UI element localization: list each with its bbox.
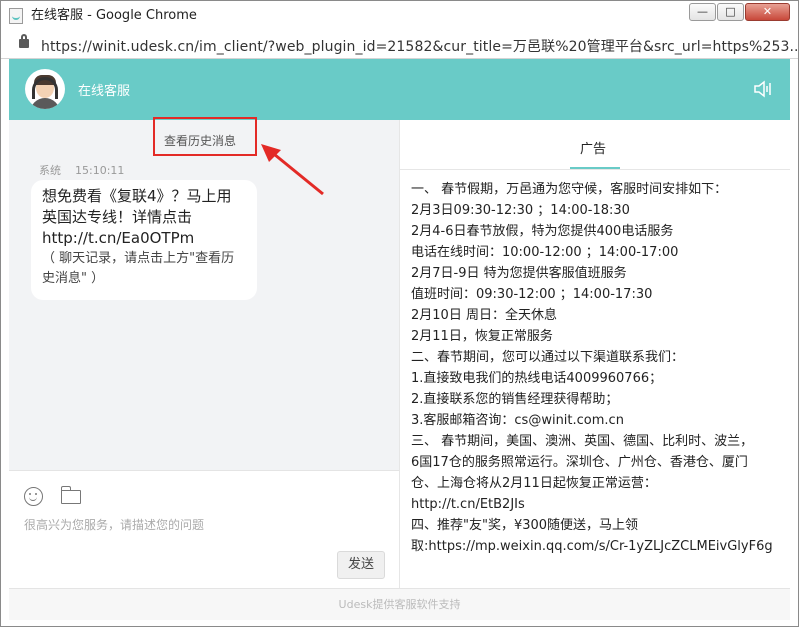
ad-line: 仓、上海仓将从2月11日起恢复正常运营： bbox=[411, 476, 657, 491]
title-bar: 在线客服 - Google Chrome — □ ✕ bbox=[1, 1, 798, 31]
chat-header: 在线客服 bbox=[9, 59, 790, 120]
ad-line: 2月10日 周日：全天休息 bbox=[411, 308, 557, 323]
ad-line: 三、 春节期间，美国、澳洲、英国、德国、比利时、波兰， bbox=[411, 434, 754, 449]
close-button[interactable]: ✕ bbox=[745, 3, 790, 21]
ad-line: 2月11日，恢复正常服务 bbox=[411, 329, 553, 344]
annotation-highlight-box bbox=[153, 117, 257, 156]
ad-line: 一、 春节假期，万邑通为您守候，客服时间安排如下： bbox=[411, 182, 728, 197]
message-input[interactable]: 很高兴为您服务，请描述您的问题 bbox=[24, 516, 204, 533]
message-link[interactable]: http://t.cn/Ea0OTPm bbox=[42, 228, 247, 249]
address-bar[interactable]: https://winit.udesk.cn/im_client/?web_pl… bbox=[1, 31, 799, 59]
ad-panel: 广告 一、 春节假期，万邑通为您守候，客服时间安排如下： 2月3日09:30-1… bbox=[399, 120, 790, 588]
maximize-button[interactable]: □ bbox=[717, 3, 744, 21]
ad-line: 值班时间：09:30-12:00 ；14:00-17:30 bbox=[411, 287, 653, 302]
ad-line: 6国17仓的服务照常运行。深圳仓、广州仓、香港仓、厦门 bbox=[411, 455, 748, 470]
message-note-line: （ 聊天记录，请点击上方"查看历 bbox=[42, 251, 235, 266]
page-favicon-icon bbox=[9, 8, 23, 24]
input-area: 很高兴为您服务，请描述您的问题 发送 bbox=[9, 470, 399, 588]
message-line: 想免费看《复联4》？马上用 bbox=[42, 187, 232, 205]
browser-window: 在线客服 - Google Chrome — □ ✕ https://winit… bbox=[0, 0, 799, 627]
minimize-button[interactable]: — bbox=[689, 3, 716, 21]
chat-panel: 查看历史消息 系统 15:10:11 想免费看《复联4》？马上用 英国达专线！详情… bbox=[9, 117, 399, 470]
agent-avatar bbox=[25, 69, 65, 109]
ad-line: 2月7日-9日 特为您提供客服值班服务 bbox=[411, 266, 627, 281]
ad-line: 2月3日09:30-12:30 ；14:00-18:30 bbox=[411, 203, 630, 218]
tab-active-indicator bbox=[570, 167, 620, 169]
send-button[interactable]: 发送 bbox=[337, 551, 385, 579]
ad-line: 二、春节期间，您可以通过以下渠道联系我们： bbox=[411, 350, 685, 365]
message-line: 英国达专线！详情点击 bbox=[42, 208, 193, 226]
ad-line: 1.直接致电我们的热线电话4009960766； bbox=[411, 371, 663, 386]
message-time: 15:10:11 bbox=[75, 164, 125, 177]
ad-line: 电话在线时间：10:00-12:00 ；14:00-17:00 bbox=[411, 245, 679, 260]
message-note-line: 史消息" ） bbox=[42, 271, 105, 286]
url-text[interactable]: https://winit.udesk.cn/im_client/?web_pl… bbox=[41, 36, 799, 56]
tab-ad[interactable]: 广告 bbox=[400, 120, 790, 170]
ad-line: 3.客服邮箱咨询：cs@winit.com.cn bbox=[411, 413, 624, 428]
tab-ad-label: 广告 bbox=[580, 142, 607, 157]
footer-credit: Udesk提供客服软件支持 bbox=[9, 588, 790, 620]
emoji-icon[interactable] bbox=[24, 487, 43, 506]
header-title: 在线客服 bbox=[78, 84, 131, 99]
folder-icon[interactable] bbox=[60, 486, 81, 504]
ad-link[interactable]: 取:https://mp.weixin.qq.com/s/Cr-1yZLJcZC… bbox=[411, 536, 787, 557]
message-bubble: 想免费看《复联4》？马上用 英国达专线！详情点击 http://t.cn/Ea0… bbox=[31, 180, 257, 300]
ad-line: 2.直接联系您的销售经理获得帮助； bbox=[411, 392, 619, 407]
ad-line: 四、推荐"友"奖，¥300随便送，马上领 bbox=[411, 518, 639, 533]
ad-content: 一、 春节假期，万邑通为您守候，客服时间安排如下： 2月3日09:30-12:3… bbox=[411, 179, 787, 557]
message-sender: 系统 bbox=[39, 164, 61, 177]
lock-icon[interactable] bbox=[19, 34, 29, 48]
ad-line: 2月4-6日春节放假，特为您提供400电话服务 bbox=[411, 224, 674, 239]
speaker-icon[interactable] bbox=[753, 80, 773, 98]
window-title: 在线客服 - Google Chrome bbox=[31, 8, 197, 23]
ad-link[interactable]: http://t.cn/EtB2JIs bbox=[411, 494, 787, 515]
message-meta: 系统 15:10:11 bbox=[39, 162, 138, 178]
annotation-arrow-icon bbox=[261, 144, 324, 196]
